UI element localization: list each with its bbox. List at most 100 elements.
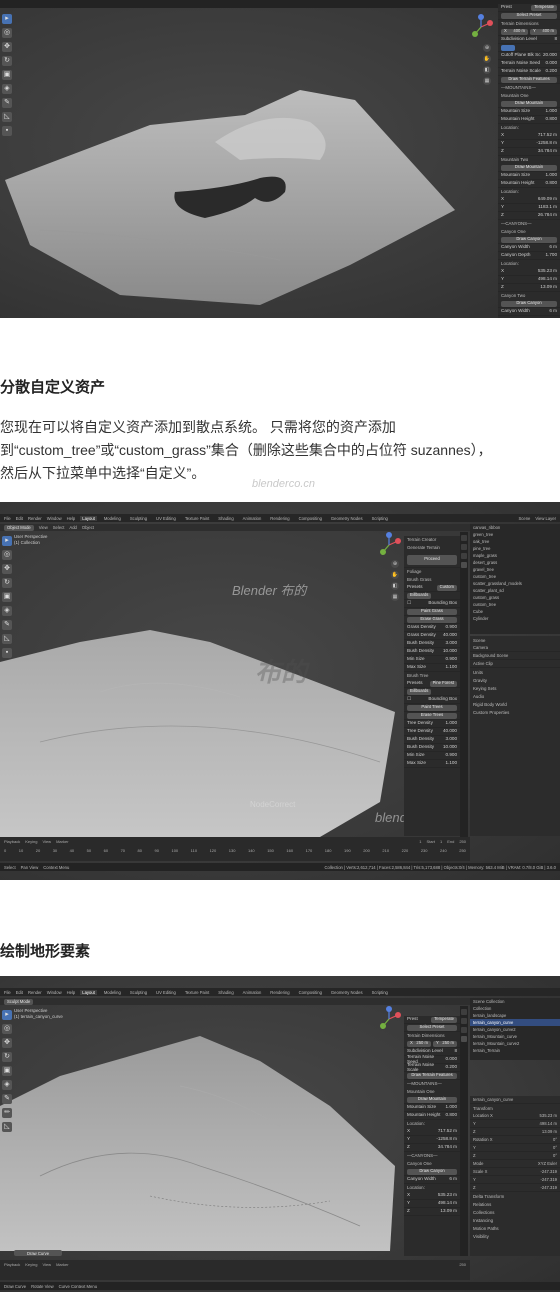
timeline-keying[interactable]: Keying	[25, 1262, 37, 1267]
transform-tool[interactable]: ◈	[2, 1080, 12, 1090]
mountain-height-row[interactable]: Mountain Height 0.800	[404, 1112, 460, 1120]
timeline-view[interactable]: View	[42, 1262, 51, 1267]
sidebar-tab-terrain[interactable]	[461, 1036, 467, 1042]
tab-animation[interactable]: Animation	[241, 516, 264, 521]
tab-animation[interactable]: Animation	[241, 990, 264, 995]
timeline-ruler[interactable]: 0 10 20 30 40 50 60 70 80 90 100 110 120 130 140 150 160…	[0, 846, 470, 855]
outliner-row[interactable]: scatter_plant_sd	[470, 587, 560, 594]
outliner-row[interactable]: maple_grass	[470, 552, 560, 559]
proceed-button[interactable]: Proceed	[407, 554, 457, 565]
outliner-row[interactable]: terrain_Mountain_curve	[470, 1033, 560, 1040]
grass-bounding-row[interactable]: ☐ Bounding Box	[404, 600, 460, 608]
menu-object[interactable]: Object	[82, 525, 94, 530]
grass-row-4[interactable]: Min Size 0.900	[404, 656, 460, 664]
measure-tool[interactable]: ◺	[2, 112, 12, 122]
camera-icon[interactable]: ◧	[391, 582, 399, 590]
paint-trees-button[interactable]: Paint Trees	[407, 704, 457, 711]
navigation-gizmo[interactable]	[468, 14, 494, 40]
outliner-row[interactable]: custom_tree	[470, 573, 560, 580]
loc1-z-row[interactable]: Z 34.784 m	[498, 148, 560, 156]
tab-sculpting[interactable]: Sculpting	[128, 516, 149, 521]
tree-preset-dropdown[interactable]: Pine Forest	[429, 680, 457, 687]
draw-mountain-2-button[interactable]: Draw Mountain	[501, 164, 557, 171]
props-section[interactable]: Visibility	[470, 1232, 560, 1240]
rotation-x-row[interactable]: Rotation X 0°	[470, 1136, 560, 1144]
loc3-y-row[interactable]: Y 498.14 m	[404, 1200, 460, 1208]
outliner-row[interactable]: green_tree	[470, 531, 560, 538]
tab-uv-editing[interactable]: UV Editing	[154, 516, 178, 521]
bounding-box-checkbox[interactable]: ☐	[407, 601, 411, 606]
location-x-row[interactable]: Location X 535.23 m	[470, 1112, 560, 1120]
props-section[interactable]: Delta Transform	[470, 1192, 560, 1200]
loc2-z-row[interactable]: Z 26.784 m	[498, 212, 560, 220]
rotate-tool[interactable]: ↻	[2, 578, 12, 588]
annotate-tool[interactable]: ✎	[2, 620, 12, 630]
props-rigid-header[interactable]: Rigid Body World	[470, 700, 560, 708]
tree-billboard-toggle[interactable]: Billboards	[407, 688, 432, 695]
navigation-gizmo[interactable]	[376, 532, 402, 558]
grass-row-5[interactable]: Max Size 1.100	[404, 664, 460, 672]
props-active-clip-row[interactable]: Active Clip	[470, 660, 560, 668]
outliner-row[interactable]: Collection	[470, 1005, 560, 1012]
loc-y-row[interactable]: Y -1258.8 m	[404, 1136, 460, 1144]
tab-rendering[interactable]: Rendering	[268, 990, 291, 995]
loc-z-row[interactable]: Z 34.784 m	[404, 1144, 460, 1152]
canyon-depth-row[interactable]: Canyon Depth 1.700	[498, 252, 560, 260]
props-background-row[interactable]: Background Scene	[470, 652, 560, 660]
canyon-width-2-row[interactable]: Canyon Width 6 m	[498, 308, 560, 316]
loc2-x-row[interactable]: X 649.09 m	[498, 196, 560, 204]
sidebar-tab-item[interactable]	[461, 535, 467, 541]
tab-uv-editing[interactable]: UV Editing	[154, 990, 178, 995]
props-section[interactable]: Relations	[470, 1200, 560, 1208]
loc-x-row[interactable]: X 717.52 m	[404, 1128, 460, 1136]
move-tool[interactable]: ✥	[2, 564, 12, 574]
start-value[interactable]: 1	[440, 839, 442, 844]
outliner-row[interactable]: pine_tree	[470, 545, 560, 552]
tab-scripting[interactable]: Scripting	[370, 990, 390, 995]
dim-x-field[interactable]: X 250 m	[407, 1040, 431, 1047]
mountain-height-2-row[interactable]: Mountain Height 0.800	[498, 180, 560, 188]
navigation-gizmo[interactable]	[376, 1006, 402, 1032]
tab-texture-paint[interactable]: Texture Paint	[183, 516, 211, 521]
sidebar-tab-item[interactable]	[461, 1009, 467, 1015]
select-preset-button[interactable]: Select Preset	[501, 12, 557, 19]
grid-icon[interactable]: ▦	[391, 593, 399, 601]
object-name-row[interactable]: terrain_canyon_curve	[470, 1096, 560, 1104]
zoom-icon[interactable]: ⊕	[483, 44, 491, 52]
props-keying-header[interactable]: Keying Sets	[470, 684, 560, 692]
mountain-size-2-row[interactable]: Mountain Size 1.000	[498, 172, 560, 180]
paint-grass-button[interactable]: Paint Grass	[407, 608, 457, 615]
tree-row-1[interactable]: Tree Density 40.000	[404, 728, 460, 736]
scale-tool[interactable]: ▣	[2, 1066, 12, 1076]
timeline-view[interactable]: View	[42, 839, 51, 844]
menu-render[interactable]: Render	[28, 516, 42, 521]
outliner-row[interactable]: terrain_Terrain	[470, 1047, 560, 1054]
scale-y-row[interactable]: Y -247.319	[470, 1176, 560, 1184]
grass-row-3[interactable]: Bush Density 10.000	[404, 648, 460, 656]
draw-features-button[interactable]: Draw Terrain Features	[407, 1072, 457, 1079]
current-frame[interactable]: 1	[419, 839, 421, 844]
menu-edit[interactable]: Edit	[16, 990, 23, 995]
erase-trees-button[interactable]: Erase Trees	[407, 712, 457, 719]
timeline-marker[interactable]: Marker	[56, 839, 68, 844]
loc1-y-row[interactable]: Y -1258.8 m	[498, 140, 560, 148]
tab-geometry-nodes[interactable]: Geometry Nodes	[329, 516, 365, 521]
rotate-tool[interactable]: ↻	[2, 56, 12, 66]
draw-tool[interactable]: ✏	[2, 1108, 12, 1118]
tab-shading[interactable]: Shading	[216, 516, 235, 521]
select-tool[interactable]: ▸	[2, 536, 12, 546]
tab-compositing[interactable]: Compositing	[297, 990, 324, 995]
menu-help[interactable]: Help	[67, 990, 76, 995]
tab-sculpting[interactable]: Sculpting	[128, 990, 149, 995]
menu-select[interactable]: Select	[53, 525, 65, 530]
menu-window[interactable]: Window	[47, 516, 62, 521]
tab-shading[interactable]: Shading	[216, 990, 235, 995]
timeline-keying[interactable]: Keying	[25, 839, 37, 844]
mountain-height-row[interactable]: Mountain Height 0.800	[498, 116, 560, 124]
props-audio-header[interactable]: Audio	[470, 692, 560, 700]
tree-row-5[interactable]: Max Size 1.100	[404, 760, 460, 768]
sidebar-tab-tool[interactable]	[461, 544, 467, 550]
sidebar-tab-tool[interactable]	[461, 1018, 467, 1024]
outliner-row[interactable]: oak_tree	[470, 538, 560, 545]
rotation-y-row[interactable]: Y 0°	[470, 1144, 560, 1152]
